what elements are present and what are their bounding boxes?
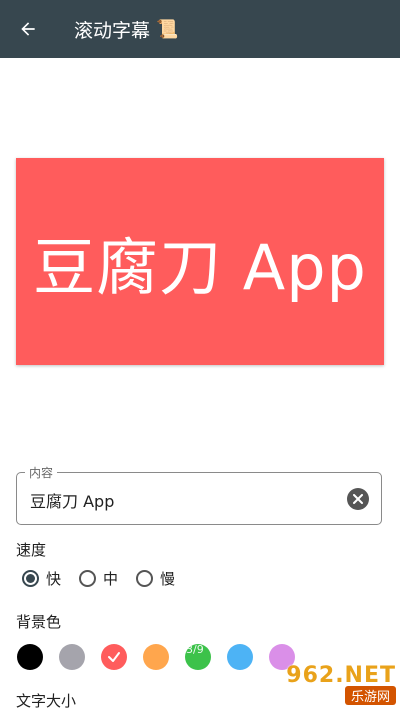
app-bar: 滚动字幕 📜 <box>0 0 400 58</box>
content-field-label: 内容 <box>25 464 58 481</box>
speed-option-label: 慢 <box>160 570 176 588</box>
swatch-overlay-text: 3/9 <box>186 643 204 656</box>
color-swatch-purple[interactable] <box>269 644 295 670</box>
color-swatch-gray[interactable] <box>59 644 85 670</box>
content-input[interactable] <box>28 487 332 513</box>
radio-unchecked-icon[interactable] <box>79 570 97 587</box>
speed-radio-group: 快 中 慢 <box>22 568 193 589</box>
speed-option-slow[interactable]: 慢 <box>136 568 175 589</box>
color-swatch-red[interactable] <box>101 644 127 670</box>
back-button[interactable] <box>0 0 56 58</box>
scroll-icon: 📜 <box>156 18 179 40</box>
speed-option-fast[interactable]: 快 <box>22 568 61 589</box>
marquee-preview-text: 豆腐刀 App <box>33 230 367 304</box>
color-swatch-green[interactable]: 3/9 <box>185 643 211 670</box>
page-title: 滚动字幕 📜 <box>74 16 178 43</box>
speed-option-label: 中 <box>103 570 119 588</box>
radio-unchecked-icon[interactable] <box>136 570 154 587</box>
speed-label: 速度 <box>16 541 47 559</box>
clear-button[interactable] <box>347 488 369 510</box>
background-color-label: 背景色 <box>16 613 62 631</box>
marquee-preview[interactable]: 豆腐刀 App <box>16 158 384 365</box>
speed-option-label: 快 <box>46 570 62 588</box>
close-icon <box>353 494 363 504</box>
watermark-sub: 乐游网 <box>344 686 396 705</box>
check-icon <box>108 652 120 662</box>
speed-option-medium[interactable]: 中 <box>79 568 118 589</box>
radio-checked-icon[interactable] <box>22 570 39 587</box>
color-swatch-orange[interactable] <box>143 644 169 670</box>
background-color-swatches: 3/9 <box>17 643 311 670</box>
color-swatch-black[interactable] <box>17 644 43 670</box>
page-title-text: 滚动字幕 <box>74 19 151 42</box>
text-size-label: 文字大小 <box>16 692 77 710</box>
arrow-back-icon <box>21 22 35 36</box>
color-swatch-blue[interactable] <box>227 644 253 670</box>
content-field[interactable]: 内容 <box>16 464 382 525</box>
